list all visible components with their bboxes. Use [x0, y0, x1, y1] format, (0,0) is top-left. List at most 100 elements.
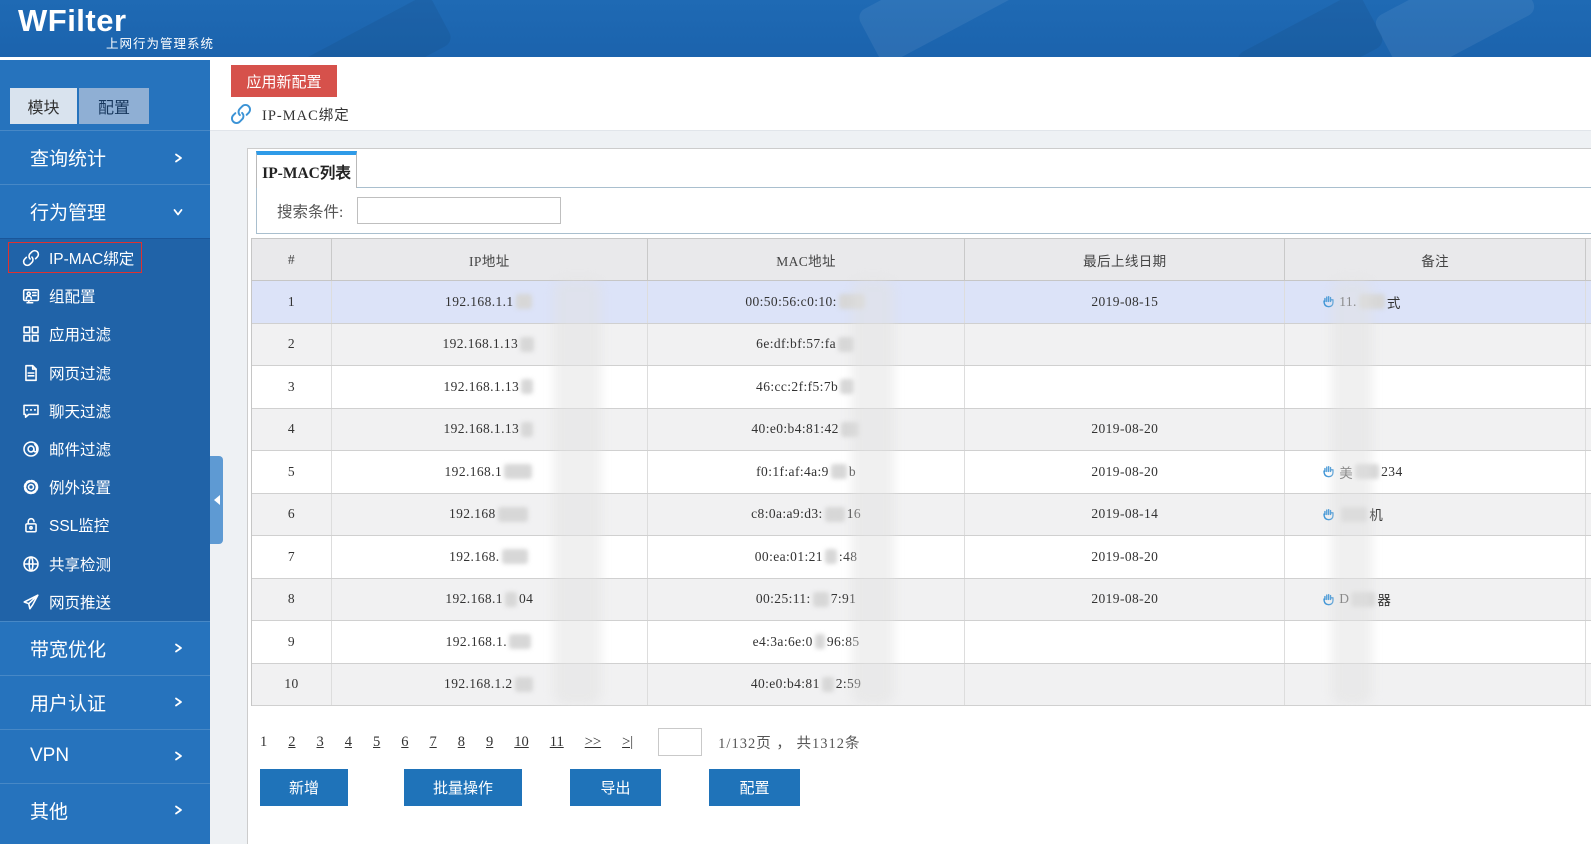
cell-ip-address: 192.168.1.13 — [332, 409, 648, 451]
page-link-2[interactable]: 2 — [288, 734, 295, 751]
cell-index: 5 — [252, 451, 332, 493]
cell-text: 46:cc:2f:f5:7b — [756, 379, 838, 395]
hand-icon — [1321, 507, 1336, 522]
action-button-配置[interactable]: 配置 — [709, 769, 800, 806]
table-row[interactable]: 10192.168.1.240:e0:b4:812:59 — [252, 664, 1591, 707]
sidebar-tab-配置[interactable]: 配置 — [79, 88, 149, 124]
action-button-批量操作[interactable]: 批量操作 — [404, 769, 522, 806]
sidebar-item-IP-MAC绑定[interactable]: IP-MAC绑定 — [0, 239, 210, 277]
sidebar-item-组配置[interactable]: 组配置 — [0, 277, 210, 315]
redacted-text — [831, 464, 847, 479]
action-button-导出[interactable]: 导出 — [570, 769, 661, 806]
sidebar-item-label: 网页推送 — [49, 591, 111, 613]
cell-last-online-date — [965, 324, 1285, 366]
ip-mac-table: #IP地址MAC地址最后上线日期备注1192.168.1.100:50:56:c… — [251, 238, 1591, 706]
redacted-text — [839, 294, 865, 309]
table-row[interactable]: 3192.168.1.1346:cc:2f:f5:7b — [252, 366, 1591, 409]
table-row[interactable]: 2192.168.1.136e:df:bf:57:fa — [252, 324, 1591, 367]
next-pages-button[interactable]: >> — [585, 734, 601, 751]
sidebar-tab-模块[interactable]: 模块 — [10, 88, 77, 124]
sidebar-section-用户认证[interactable]: 用户认证 — [0, 675, 210, 729]
chevron-down-icon — [172, 206, 184, 218]
sidebar-section-label: 查询统计 — [30, 144, 106, 171]
cell-text: 7:91 — [831, 591, 857, 607]
cell-remark: 机 — [1285, 494, 1586, 536]
table-row[interactable]: 8192.168.10400:25:11:7:912019-08-20D器 — [252, 579, 1591, 622]
table-row[interactable]: 1192.168.1.100:50:56:c0:10:2019-08-1511.… — [252, 281, 1591, 324]
cell-mac-address: 40:e0:b4:812:59 — [648, 664, 966, 706]
page-link-9[interactable]: 9 — [486, 734, 493, 751]
sidebar-section-查询统计[interactable]: 查询统计 — [0, 130, 210, 184]
cell-extra — [1586, 409, 1591, 451]
table-row[interactable]: 4192.168.1.1340:e0:b4:81:422019-08-20 — [252, 409, 1591, 452]
cell-text: 11. — [1339, 294, 1357, 310]
cell-remark — [1285, 664, 1586, 706]
tab-ip-mac-list[interactable]: IP-MAC列表 — [256, 151, 357, 188]
sidebar-item-网页过滤[interactable]: 网页过滤 — [0, 354, 210, 392]
cell-index: 4 — [252, 409, 332, 451]
sidebar-item-邮件过滤[interactable]: 邮件过滤 — [0, 430, 210, 468]
action-buttons: 新增 批量操作 导出 配置 — [260, 769, 800, 806]
sidebar-section-VPN[interactable]: VPN — [0, 729, 210, 783]
table-header-row: #IP地址MAC地址最后上线日期备注 — [252, 239, 1591, 281]
search-bar: 搜索条件: — [256, 187, 1591, 234]
page-jump-input[interactable] — [658, 728, 702, 756]
cell-mac-address: 40:e0:b4:81:42 — [648, 409, 966, 451]
cell-last-online-date — [965, 366, 1285, 408]
sidebar-item-label: 网页过滤 — [49, 362, 111, 384]
cell-last-online-date: 2019-08-20 — [965, 579, 1285, 621]
cell-mac-address: c8:0a:a9:d3:16 — [648, 494, 966, 536]
cell-extra — [1586, 494, 1591, 536]
page-link-4[interactable]: 4 — [345, 734, 352, 751]
chat-icon — [22, 402, 40, 420]
last-page-button[interactable]: >| — [622, 734, 633, 751]
sidebar-section-其他[interactable]: 其他 — [0, 783, 210, 837]
cell-text: 40:e0:b4:81:42 — [751, 421, 838, 437]
table-row[interactable]: 7192.168.00:ea:01:21:482019-08-20 — [252, 536, 1591, 579]
sidebar-item-例外设置[interactable]: 例外设置 — [0, 468, 210, 506]
column-header: MAC地址 — [648, 239, 966, 280]
cell-extra — [1586, 621, 1591, 663]
cell-text: 192.168.1.2 — [444, 676, 513, 692]
table-row[interactable]: 5192.168.1f0:1f:af:4a:9b2019-08-20美234 — [252, 451, 1591, 494]
page-link-6[interactable]: 6 — [401, 734, 408, 751]
column-header: 备注 — [1285, 239, 1586, 280]
redacted-text — [1351, 592, 1375, 607]
page-link-8[interactable]: 8 — [458, 734, 465, 751]
breadcrumb-label: IP-MAC绑定 — [262, 104, 350, 125]
action-button-新增[interactable]: 新增 — [260, 769, 348, 806]
page-link-3[interactable]: 3 — [317, 734, 324, 751]
table-row[interactable]: 6192.168c8:0a:a9:d3:162019-08-14机 — [252, 494, 1591, 537]
cell-remark — [1285, 409, 1586, 451]
pagination-info: 1/132页 ， 共1312条 — [718, 732, 860, 753]
sidebar-submenu: IP-MAC绑定组配置应用过滤网页过滤聊天过滤邮件过滤例外设置SSL监控共享检测… — [0, 238, 210, 621]
cell-text: f0:1f:af:4a:9 — [756, 464, 829, 480]
page-link-5[interactable]: 5 — [373, 734, 380, 751]
page-link-7[interactable]: 7 — [430, 734, 437, 751]
cell-ip-address: 192.168.1.1 — [332, 281, 648, 323]
page-link-10[interactable]: 10 — [514, 734, 529, 751]
keyboard-deco — [856, 0, 1034, 57]
cell-index: 3 — [252, 366, 332, 408]
sidebar-item-聊天过滤[interactable]: 聊天过滤 — [0, 392, 210, 430]
link-icon — [230, 103, 252, 125]
mail-icon — [22, 440, 40, 458]
sidebar-section-带宽优化[interactable]: 带宽优化 — [0, 621, 210, 675]
cell-mac-address: 6e:df:bf:57:fa — [648, 324, 966, 366]
sidebar-tabs: 模块配置 — [10, 88, 151, 124]
table-row[interactable]: 9192.168.1.e4:3a:6e:096:85 — [252, 621, 1591, 664]
sidebar-item-应用过滤[interactable]: 应用过滤 — [0, 315, 210, 353]
column-header: 最后上线日期 — [965, 239, 1285, 280]
sidebar-item-SSL监控[interactable]: SSL监控 — [0, 506, 210, 544]
keyboard-deco — [296, 0, 454, 57]
page-link-11[interactable]: 11 — [550, 734, 564, 751]
cell-text: 美 — [1339, 462, 1353, 482]
cell-remark — [1285, 366, 1586, 408]
sidebar-section-行为管理[interactable]: 行为管理 — [0, 184, 210, 238]
cell-mac-address: 00:ea:01:21:48 — [648, 536, 966, 578]
sidebar-item-网页推送[interactable]: 网页推送 — [0, 583, 210, 621]
redacted-text — [505, 592, 517, 607]
apply-config-button[interactable]: 应用新配置 — [231, 65, 337, 97]
search-input[interactable] — [357, 197, 561, 224]
sidebar-item-共享检测[interactable]: 共享检测 — [0, 545, 210, 583]
